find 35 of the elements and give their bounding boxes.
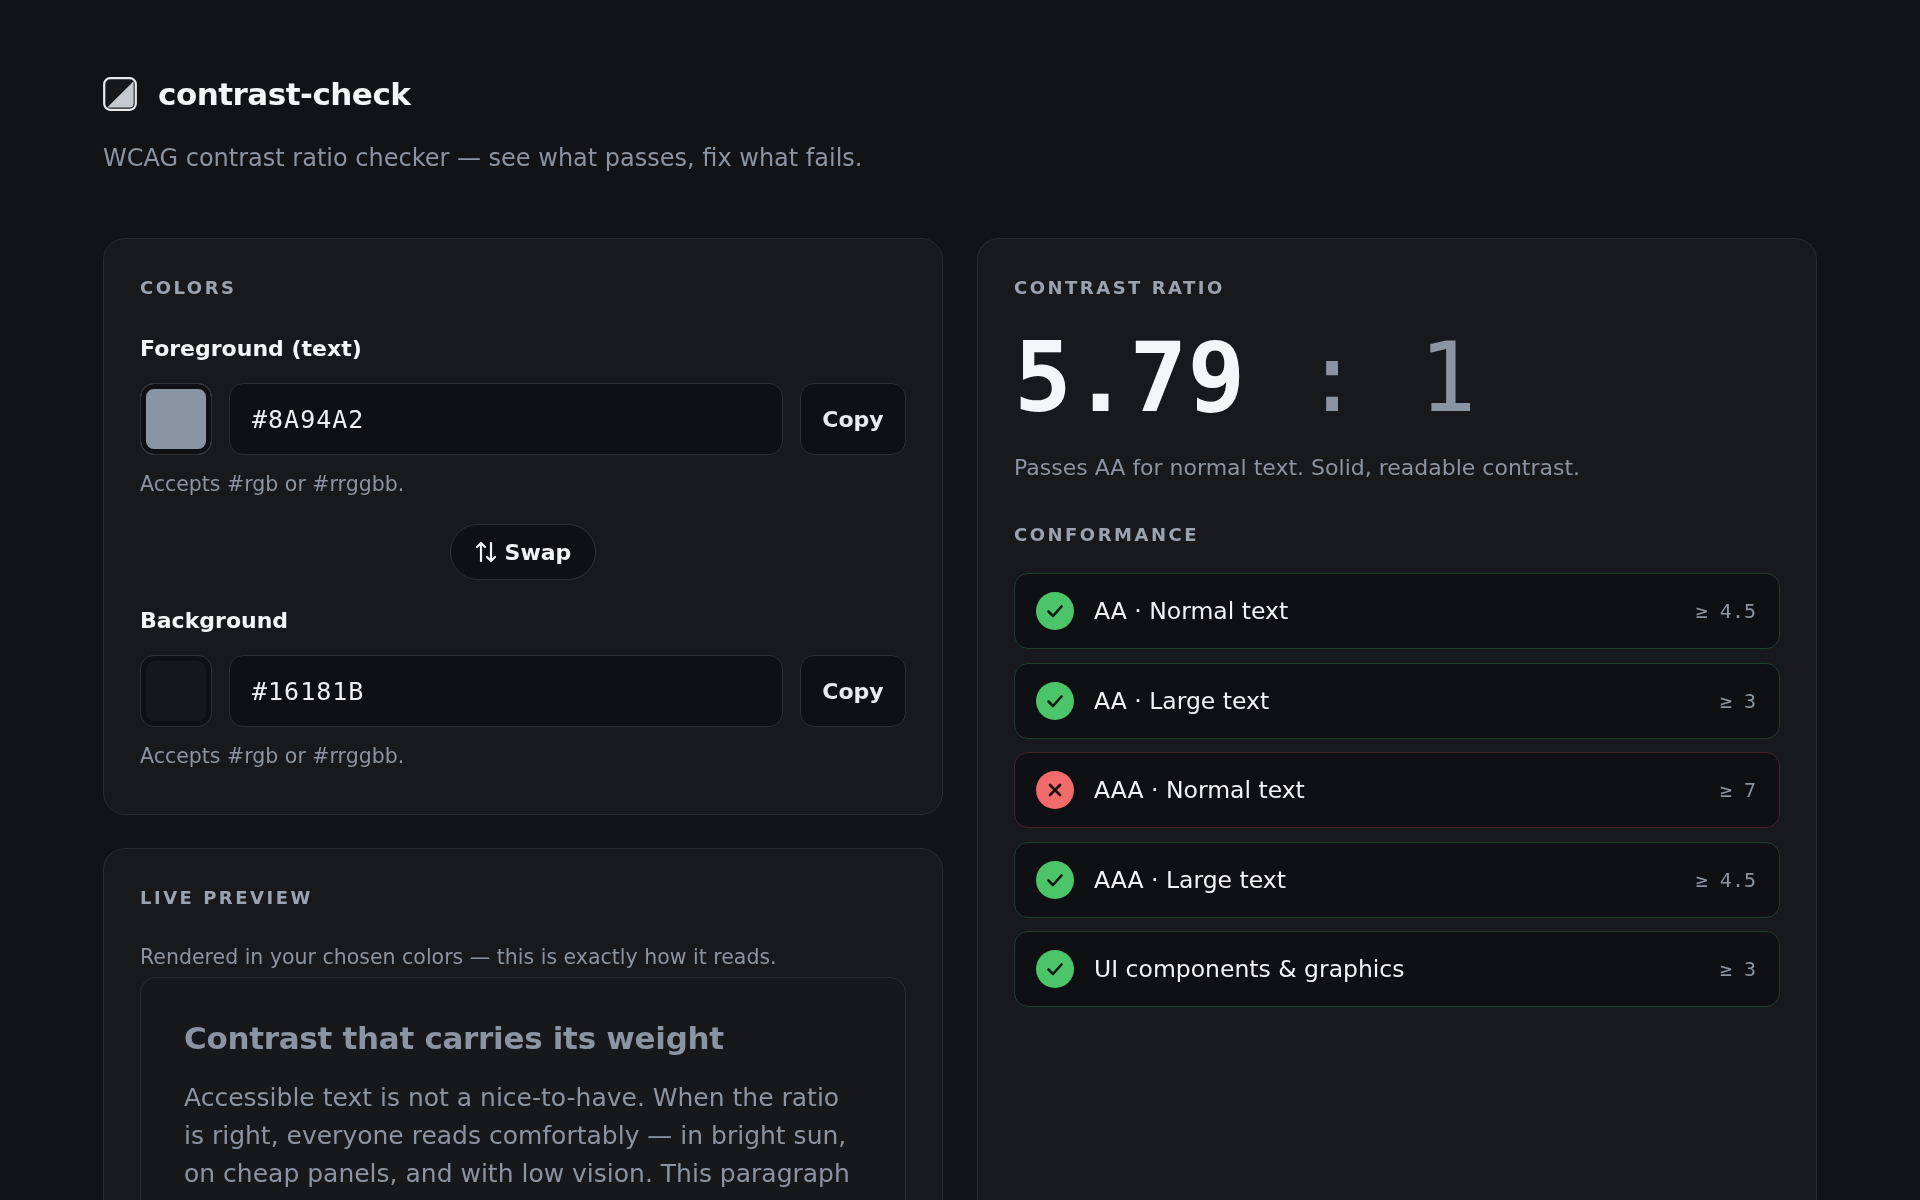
field-label: Foreground (text): [140, 335, 363, 363]
preview-caption: Rendered in your chosen colors — this is exactly how it reads.: [140, 945, 778, 969]
swap-button[interactable]: Swap: [449, 524, 597, 580]
field-label: Background: [140, 607, 290, 635]
ratio-suffix: : 1: [1303, 322, 1477, 434]
row-label: UI components & graphics: [1094, 954, 1405, 984]
section-heading: COLORS: [140, 276, 238, 300]
hint-text: Accepts #rgb or #rrggbb.: [140, 743, 406, 769]
preview-heading: Contrast that carries its weight: [184, 1019, 725, 1058]
section-heading: CONTRAST RATIO: [1014, 276, 1226, 300]
threshold-text: ≥ 7: [1719, 777, 1756, 803]
hex-input-field[interactable]: #16181B: [229, 655, 783, 727]
swatch-icon[interactable]: [140, 655, 212, 727]
hex-input-field[interactable]: #8A94A2: [229, 383, 783, 455]
copy-button[interactable]: Copy: [800, 383, 906, 455]
threshold-text: ≥ 4.5: [1695, 598, 1756, 624]
hint-text: Accepts #rgb or #rrggbb.: [140, 471, 406, 497]
row-label: AAA · Large text: [1094, 864, 1286, 895]
swatch-icon[interactable]: [140, 383, 212, 455]
ratio-value: 5.79: [1014, 322, 1246, 434]
section-heading: LIVE PREVIEW: [140, 886, 314, 910]
threshold-text: ≥ 3: [1719, 956, 1756, 982]
ratio-summary: Passes AA for normal text. Solid, readable contrast.: [1014, 455, 1582, 481]
app-title: contrast-check: [158, 75, 411, 114]
threshold-text: ≥ 3: [1719, 687, 1756, 714]
row-label: AA · Large text: [1094, 685, 1270, 716]
section-heading: CONFORMANCE: [1014, 523, 1200, 547]
logo-icon: [103, 77, 137, 111]
preview-paragraph: Accessible text is not a nice-to-have. When the ratio is right, everyone reads comfortably — in bright sun, on cheap panels, and with low vision. This paragraph: [184, 1082, 851, 1190]
app-tagline: WCAG contrast ratio checker — see what passes, fix what fails.: [103, 143, 864, 173]
copy-button[interactable]: Copy: [800, 655, 906, 727]
threshold-text: ≥ 4.5: [1695, 866, 1756, 893]
up-down-arrows-icon: [474, 541, 497, 563]
row-label: AAA · Normal text: [1094, 775, 1305, 805]
row-label: AA · Normal text: [1094, 596, 1289, 626]
